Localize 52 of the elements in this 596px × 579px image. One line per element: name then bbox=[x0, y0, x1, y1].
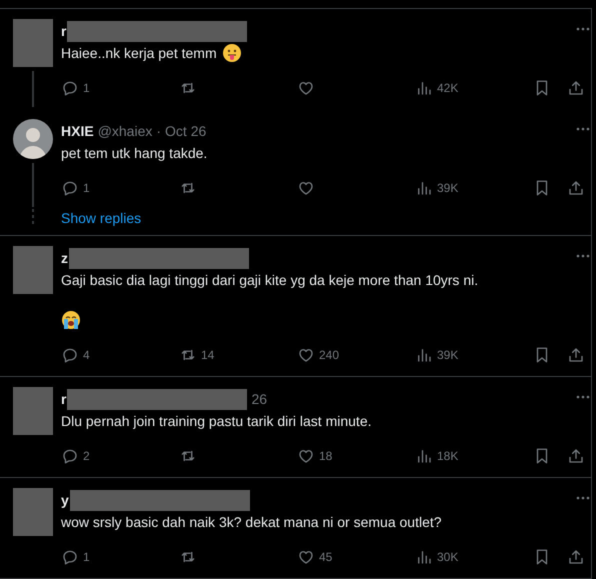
reply-icon[interactable] bbox=[61, 79, 79, 97]
heart-icon[interactable] bbox=[297, 447, 315, 465]
count: 39K bbox=[437, 348, 458, 362]
bar-chart-icon[interactable] bbox=[415, 447, 433, 465]
tongue-face-icon bbox=[222, 43, 242, 63]
heart-icon[interactable] bbox=[297, 346, 315, 364]
share-icon[interactable] bbox=[567, 447, 585, 465]
user-handle: @xhaiex bbox=[98, 123, 152, 139]
show-replies-link[interactable]: Show replies bbox=[61, 210, 142, 226]
count: 18K bbox=[437, 449, 458, 463]
avatar[interactable] bbox=[13, 119, 53, 159]
count: 39K bbox=[437, 181, 458, 195]
count: 45 bbox=[319, 550, 332, 564]
crying-face-icon bbox=[61, 310, 81, 330]
count: 240 bbox=[319, 348, 340, 362]
reply-icon[interactable] bbox=[61, 346, 79, 364]
user-name[interactable]: r bbox=[61, 391, 66, 407]
separator: · bbox=[156, 123, 162, 139]
count: 2 bbox=[83, 449, 90, 463]
heart-icon[interactable] bbox=[297, 548, 315, 566]
count: 1 bbox=[83, 550, 90, 564]
bar-chart-icon[interactable] bbox=[415, 179, 433, 197]
user-name[interactable]: y bbox=[61, 492, 69, 508]
post-text: pet tem utk hang takde. bbox=[61, 144, 208, 163]
count: 42K bbox=[437, 81, 458, 95]
post-text: wow srsly basic dah naik 3k? dekat mana ni or semua outlet? bbox=[61, 513, 442, 532]
share-icon[interactable] bbox=[567, 79, 585, 97]
count: 14 bbox=[201, 348, 214, 362]
post-text: Gaji basic dia lagi tinggi dari gaji kite yg da keje more than 10yrs ni. bbox=[61, 271, 478, 290]
post-text: Haiee..nk kerja pet temm bbox=[61, 44, 217, 63]
count: 18 bbox=[319, 449, 332, 463]
count: 4 bbox=[83, 348, 90, 362]
share-icon[interactable] bbox=[567, 179, 585, 197]
user-name[interactable]: z bbox=[61, 250, 68, 266]
bar-chart-icon[interactable] bbox=[415, 346, 433, 364]
user-name[interactable]: HXIE bbox=[61, 123, 94, 139]
post-date: Oct 26 bbox=[165, 123, 206, 139]
bar-chart-icon[interactable] bbox=[415, 79, 433, 97]
heart-icon[interactable] bbox=[297, 79, 315, 97]
count: 30K bbox=[437, 550, 458, 564]
count: 1 bbox=[83, 81, 90, 95]
reply-icon[interactable] bbox=[61, 447, 79, 465]
count: 1 bbox=[83, 181, 90, 195]
reply-icon[interactable] bbox=[61, 548, 79, 566]
reply-icon[interactable] bbox=[61, 179, 79, 197]
post-text: Dlu pernah join training pastu tarik diri last minute. bbox=[61, 412, 372, 431]
bar-chart-icon[interactable] bbox=[415, 548, 433, 566]
post-date: 26 bbox=[251, 391, 268, 407]
user-name[interactable]: r bbox=[61, 23, 66, 39]
share-icon[interactable] bbox=[567, 346, 585, 364]
share-icon[interactable] bbox=[567, 548, 585, 566]
heart-icon[interactable] bbox=[297, 179, 315, 197]
